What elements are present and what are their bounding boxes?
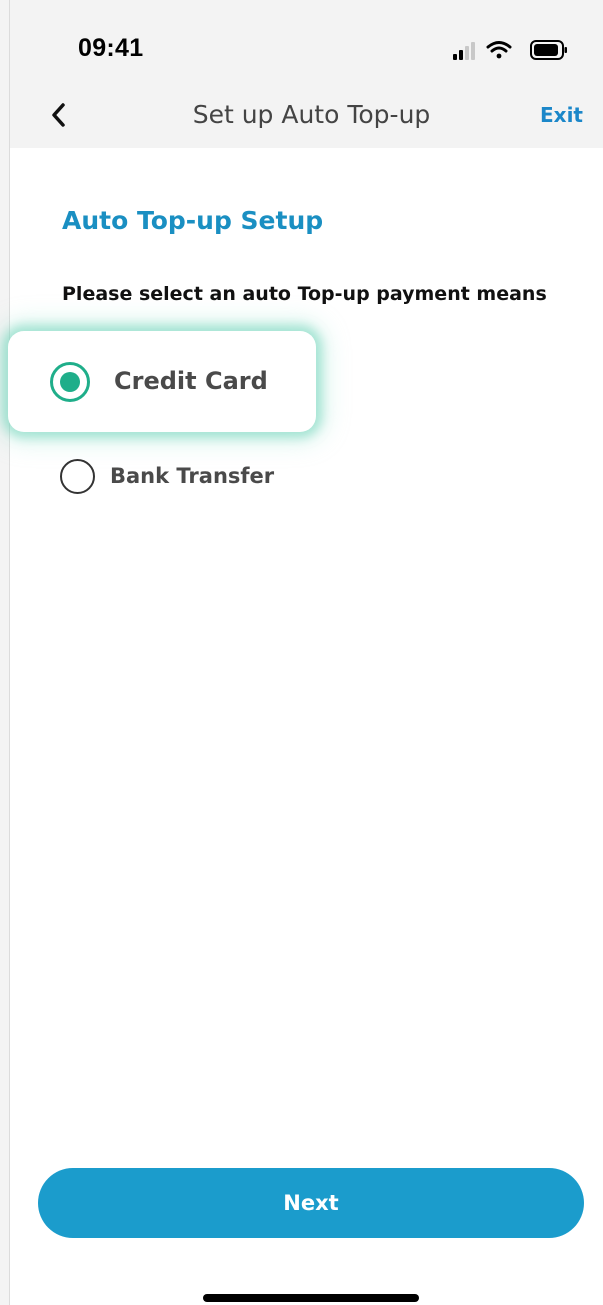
radio-dot (60, 372, 80, 392)
status-time: 09:41 (78, 34, 144, 62)
option-label: Credit Card (114, 367, 268, 395)
status-icons (453, 40, 567, 60)
screen-frame-edge (0, 0, 10, 1305)
wifi-icon (486, 41, 512, 59)
page-title: Set up Auto Top-up (192, 100, 431, 129)
exit-link[interactable]: Exit (540, 103, 583, 127)
payment-prompt: Please select an auto Top-up payment mea… (62, 283, 547, 305)
next-button[interactable]: Next (38, 1168, 584, 1238)
option-credit-card[interactable]: Credit Card (8, 331, 316, 432)
battery-icon (530, 40, 567, 60)
option-label: Bank Transfer (110, 464, 275, 488)
option-bank-transfer[interactable]: Bank Transfer (60, 459, 360, 499)
section-title: Auto Top-up Setup (62, 206, 324, 235)
home-indicator (203, 1294, 419, 1302)
radio-unselected-icon[interactable] (60, 459, 95, 494)
signal-icon (453, 42, 475, 60)
radio-selected-icon[interactable] (50, 362, 90, 402)
